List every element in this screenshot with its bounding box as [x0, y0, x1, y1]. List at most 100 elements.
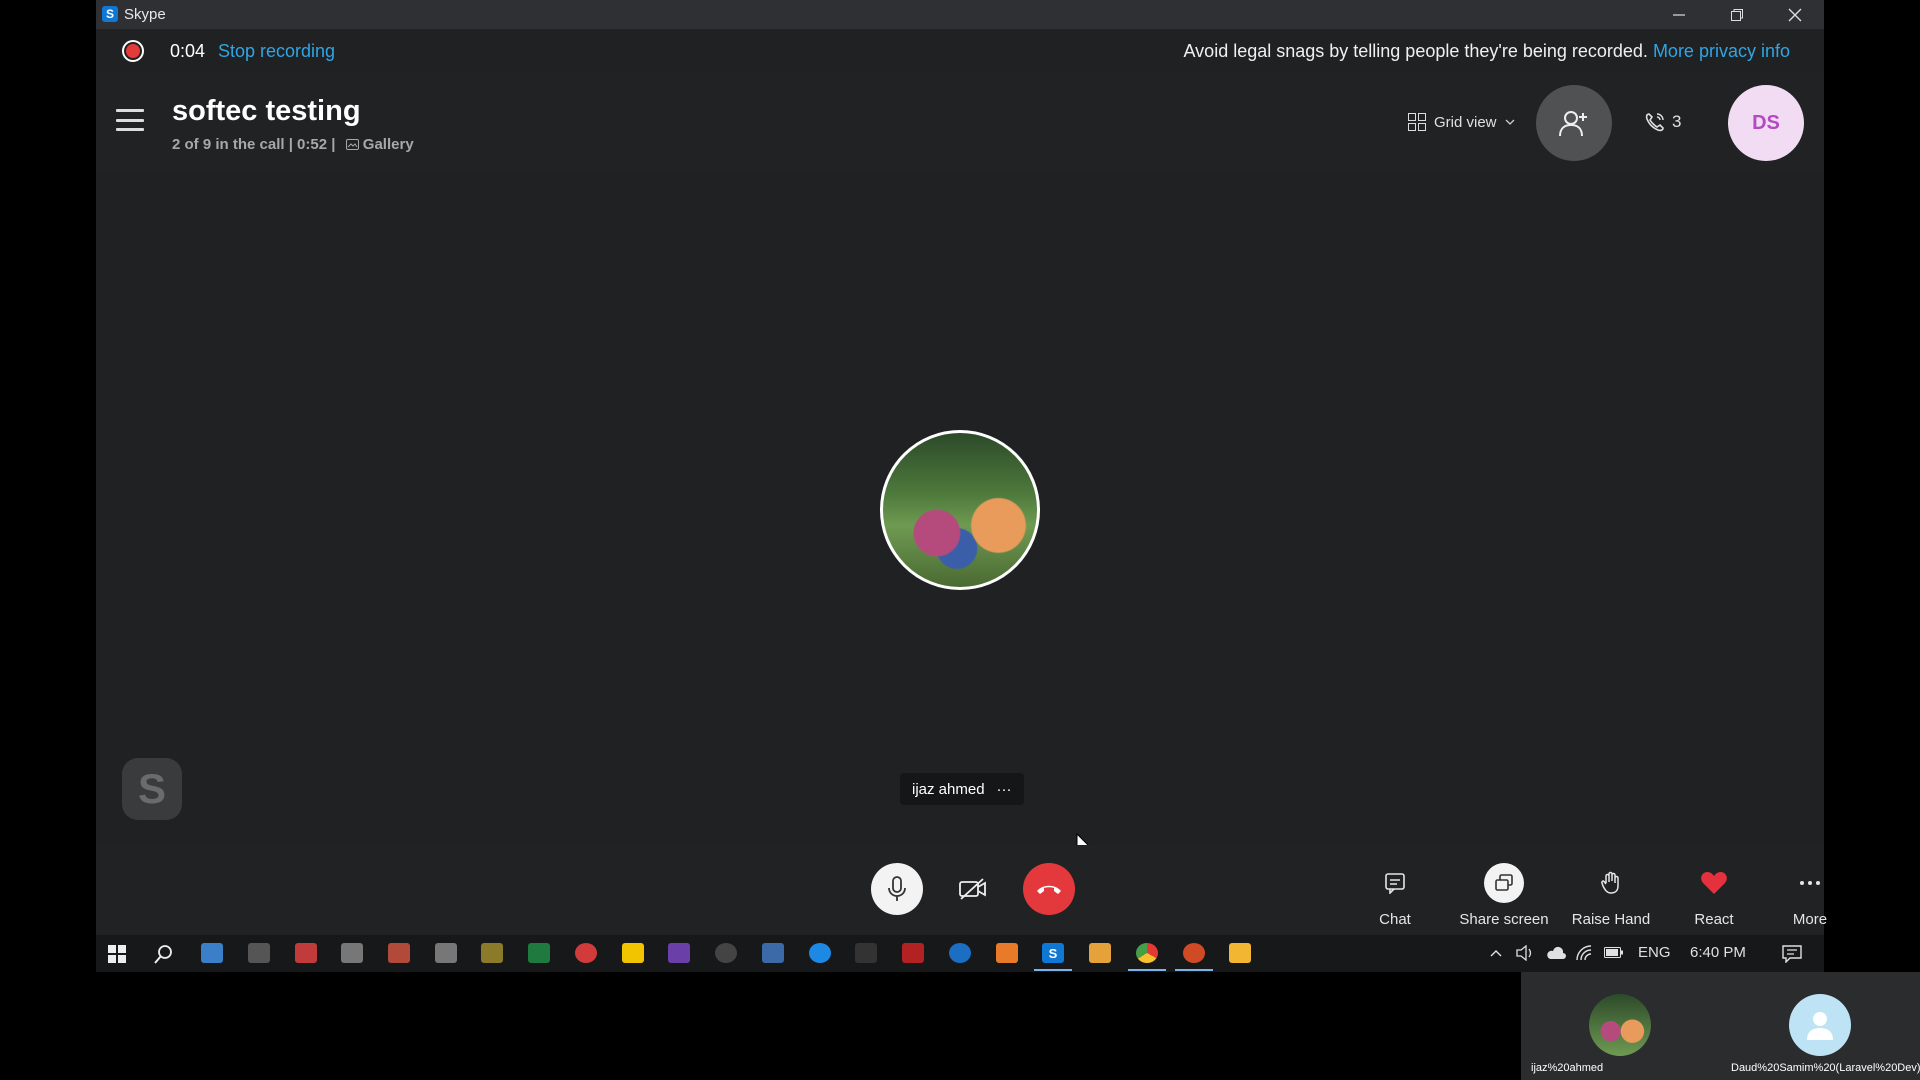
add-person-icon: [1559, 111, 1587, 137]
skype-watermark-icon: S: [122, 758, 182, 820]
minimize-icon: [1673, 13, 1685, 16]
react-button[interactable]: React: [1664, 863, 1764, 928]
chevron-up-icon[interactable]: [1490, 949, 1502, 957]
react-label: React: [1694, 911, 1734, 928]
call-controls: Chat Share screen Raise Hand React More: [96, 845, 1827, 935]
participant-name-tag[interactable]: ijaz ahmed ···: [900, 773, 1024, 805]
recording-indicator-icon: [122, 40, 144, 62]
recording-bar: 0:04 Stop recording Avoid legal snags by…: [96, 29, 1824, 73]
add-participant-button[interactable]: [1536, 85, 1612, 161]
filezilla-icon[interactable]: [902, 943, 924, 963]
desktop-app-icon[interactable]: [201, 943, 223, 963]
skype-taskbar-icon[interactable]: S: [1034, 943, 1072, 971]
call-title: softec testing: [172, 95, 361, 127]
close-icon: [1788, 8, 1802, 21]
skype-logo-icon: S: [102, 6, 118, 22]
default-user-icon: [1807, 1012, 1833, 1040]
participant-thumbnails: ijaz%20ahmed Daud%20Samim%20(Laravel%20D…: [1521, 972, 1920, 1080]
share-screen-button[interactable]: Share screen: [1449, 863, 1559, 928]
powerpoint-icon[interactable]: [1175, 943, 1213, 971]
minimize-button[interactable]: [1650, 0, 1708, 29]
share-screen-label: Share screen: [1459, 911, 1549, 928]
close-button[interactable]: [1766, 0, 1824, 29]
chat-button[interactable]: Chat: [1345, 863, 1445, 928]
gallery-label[interactable]: Gallery: [363, 136, 414, 153]
restore-icon: [1731, 8, 1743, 21]
call-header: softec testing 2 of 9 in the call | 0:52…: [96, 73, 1824, 173]
gallery-icon: [345, 136, 363, 153]
taskbar-app-15-icon[interactable]: [855, 943, 877, 963]
hang-up-icon: [1037, 885, 1061, 894]
call-stage: ijaz ahmed ··· S: [96, 173, 1824, 856]
volume-icon[interactable]: [1516, 945, 1534, 961]
notifications-icon[interactable]: [1782, 945, 1802, 963]
participants-count[interactable]: 3: [1644, 111, 1681, 133]
chrome-icon[interactable]: [1128, 943, 1166, 971]
taskbar-app-13-icon[interactable]: [762, 943, 784, 963]
taskbar-app-4-icon[interactable]: [341, 943, 363, 963]
stop-recording-link[interactable]: Stop recording: [218, 41, 335, 62]
sticky-notes-icon[interactable]: [622, 943, 644, 963]
participant-name: ijaz ahmed: [912, 780, 985, 798]
taskbar-app-9-icon[interactable]: [575, 943, 597, 963]
taskbar-app-18-icon[interactable]: [996, 943, 1018, 963]
thumbnail-avatar-daud[interactable]: [1789, 994, 1851, 1056]
recording-timer: 0:04: [170, 41, 206, 61]
mute-button[interactable]: [871, 863, 923, 915]
privacy-info-link[interactable]: More privacy info: [1653, 41, 1790, 61]
taskbar-app-2-icon[interactable]: [248, 943, 270, 963]
taskbar-app-3-icon[interactable]: [295, 943, 317, 963]
search-icon[interactable]: [154, 944, 174, 964]
onedrive-icon[interactable]: [1546, 945, 1566, 961]
visual-studio-icon[interactable]: [668, 943, 690, 963]
thumbnail-name-daud: Daud%20Samim%20(Laravel%20Dev): [1731, 1062, 1920, 1074]
windows-taskbar: S ENG 6:40 PM: [96, 935, 1824, 972]
grid-view-label: Grid view: [1434, 113, 1497, 131]
video-toggle-button[interactable]: [947, 863, 999, 915]
menu-icon[interactable]: [116, 109, 144, 131]
window-title: Skype: [124, 6, 166, 23]
more-button[interactable]: More: [1760, 863, 1860, 928]
wifi-icon[interactable]: [1576, 945, 1594, 961]
hang-up-button[interactable]: [1023, 863, 1075, 915]
title-bar: S Skype: [96, 0, 1824, 29]
raise-hand-button[interactable]: Raise Hand: [1556, 863, 1666, 928]
participant-avatar: [880, 430, 1040, 590]
restore-button[interactable]: [1708, 0, 1766, 29]
chat-icon: [1385, 873, 1405, 894]
camera-off-icon: [959, 878, 986, 900]
taskbar-app-14-icon[interactable]: [809, 943, 831, 963]
call-participants-icon: [1645, 113, 1664, 132]
chevron-down-icon: [1505, 119, 1514, 125]
more-label: More: [1792, 911, 1828, 928]
taskbar-clock[interactable]: 6:40 PM: [1690, 944, 1746, 961]
thumbnail-name-ijaz: ijaz%20ahmed: [1531, 1062, 1604, 1074]
sublime-text-icon[interactable]: [1089, 943, 1111, 963]
user-avatar[interactable]: DS: [1728, 85, 1804, 161]
excel-icon[interactable]: [528, 943, 550, 963]
taskbar-app-5-icon[interactable]: [388, 943, 410, 963]
recording-notice-text: Avoid legal snags by telling people they…: [1183, 41, 1648, 61]
call-status: 2 of 9 in the call | 0:52 |: [172, 136, 336, 153]
more-options-icon[interactable]: ···: [997, 781, 1012, 798]
taskbar-app-12-icon[interactable]: [715, 943, 737, 963]
more-icon: [1800, 881, 1820, 885]
heart-icon: [1701, 872, 1727, 894]
edge-icon[interactable]: [949, 943, 971, 963]
windows-start-icon[interactable]: [108, 945, 126, 963]
grid-icon: [1408, 113, 1426, 131]
grid-view-dropdown[interactable]: Grid view: [1408, 113, 1515, 131]
taskbar-app-6-icon[interactable]: [435, 943, 457, 963]
microphone-icon: [888, 876, 906, 901]
recording-notice: Avoid legal snags by telling people they…: [1184, 41, 1791, 62]
taskbar-app-7-icon[interactable]: [481, 943, 503, 963]
thumbnail-avatar-ijaz[interactable]: [1589, 994, 1651, 1056]
file-explorer-icon[interactable]: [1229, 943, 1251, 963]
call-subtitle: 2 of 9 in the call | 0:52 | Gallery: [172, 136, 414, 153]
battery-icon[interactable]: [1604, 947, 1624, 959]
chat-label: Chat: [1379, 911, 1411, 928]
skype-window: S Skype 0:04 Stop recording Avoid legal …: [96, 0, 1827, 972]
language-indicator[interactable]: ENG: [1638, 944, 1671, 961]
raise-hand-icon: [1601, 871, 1619, 894]
participants-count-value: 3: [1672, 112, 1682, 131]
